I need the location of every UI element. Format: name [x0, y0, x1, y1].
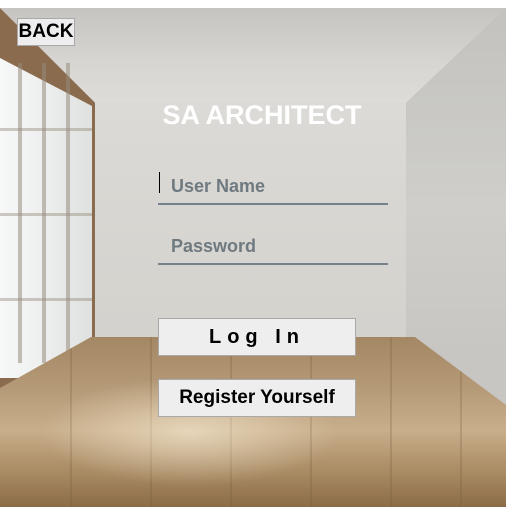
back-button[interactable]: BACK — [17, 18, 75, 46]
login-button[interactable]: Log In — [158, 318, 356, 356]
text-cursor — [159, 172, 160, 193]
window-rail — [0, 213, 92, 216]
window-rail — [0, 128, 92, 131]
window — [0, 58, 92, 378]
password-input[interactable] — [158, 229, 388, 265]
floor-plank-line — [390, 337, 392, 507]
username-input[interactable] — [158, 169, 388, 205]
app-title: SA ARCHITECT — [162, 100, 362, 130]
register-button[interactable]: Register Yourself — [158, 379, 356, 417]
window-rail — [0, 298, 92, 301]
wood-floor — [0, 337, 506, 507]
